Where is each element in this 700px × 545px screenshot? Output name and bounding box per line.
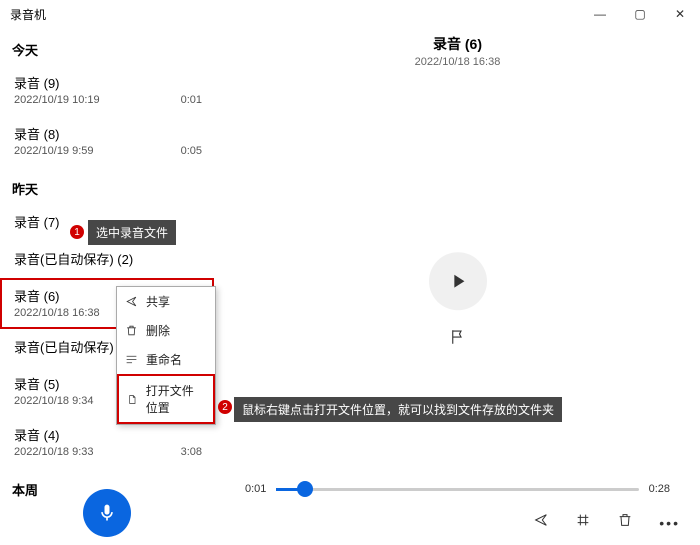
trim-icon [575, 512, 591, 528]
annotation-text-2: 鼠标右键点击打开文件位置，就可以找到文件存放的文件夹 [234, 397, 562, 422]
record-button[interactable] [83, 489, 131, 537]
seek-thumb[interactable] [297, 481, 313, 497]
ctx-open-location[interactable]: 打开文件位置 [117, 374, 215, 424]
ctx-share[interactable]: 共享 [117, 287, 215, 316]
play-icon [447, 270, 469, 292]
annotation-badge-2: 2 [218, 400, 232, 414]
flag-icon [449, 328, 467, 346]
more-button[interactable]: ••• [659, 515, 680, 531]
detail-toolbar: ••• [533, 512, 680, 533]
list-item[interactable]: 录音 (8) 2022/10/19 9:59 0:05 [0, 116, 214, 167]
maximize-button[interactable]: ▢ [620, 0, 660, 28]
detail-pane: 录音 (6) 2022/10/18 16:38 0:01 0:28 ••• [215, 28, 700, 545]
share-button[interactable] [533, 512, 549, 533]
detail-header: 录音 (6) 2022/10/18 16:38 [215, 34, 700, 68]
title-bar: 录音机 — ▢ ✕ [0, 0, 700, 28]
share-icon [533, 512, 549, 528]
context-menu: 共享 删除 重命名 打开文件位置 [116, 286, 216, 425]
ctx-delete[interactable]: 删除 [117, 316, 215, 345]
section-yesterday: 昨天 [0, 167, 214, 204]
trash-icon [617, 512, 633, 528]
app-title: 录音机 [10, 6, 46, 23]
rename-icon [125, 353, 138, 366]
window-controls: — ▢ ✕ [580, 0, 700, 28]
time-elapsed: 0:01 [245, 483, 266, 495]
list-item[interactable]: 录音 (9) 2022/10/19 10:19 0:01 [0, 65, 214, 116]
section-today: 今天 [0, 28, 214, 65]
detail-title: 录音 (6) [215, 34, 700, 54]
delete-button[interactable] [617, 512, 633, 533]
trim-button[interactable] [575, 512, 591, 533]
annotation-text-1: 选中录音文件 [88, 220, 176, 245]
main: 今天 录音 (9) 2022/10/19 10:19 0:01 录音 (8) 2… [0, 28, 700, 545]
seek-track[interactable] [276, 488, 638, 491]
trash-icon [125, 324, 138, 337]
file-icon [127, 393, 138, 406]
flag-button[interactable] [449, 328, 467, 351]
share-icon [125, 295, 138, 308]
ctx-rename[interactable]: 重命名 [117, 345, 215, 374]
annotation-badge-1: 1 [70, 225, 84, 239]
close-button[interactable]: ✕ [660, 0, 700, 28]
microphone-icon [97, 503, 117, 523]
time-total: 0:28 [649, 483, 670, 495]
list-item[interactable]: 录音(已自动保存) (2) [0, 241, 214, 278]
timeline: 0:01 0:28 [245, 483, 670, 495]
play-button[interactable] [429, 252, 487, 310]
minimize-button[interactable]: — [580, 0, 620, 28]
detail-date: 2022/10/18 16:38 [215, 56, 700, 68]
